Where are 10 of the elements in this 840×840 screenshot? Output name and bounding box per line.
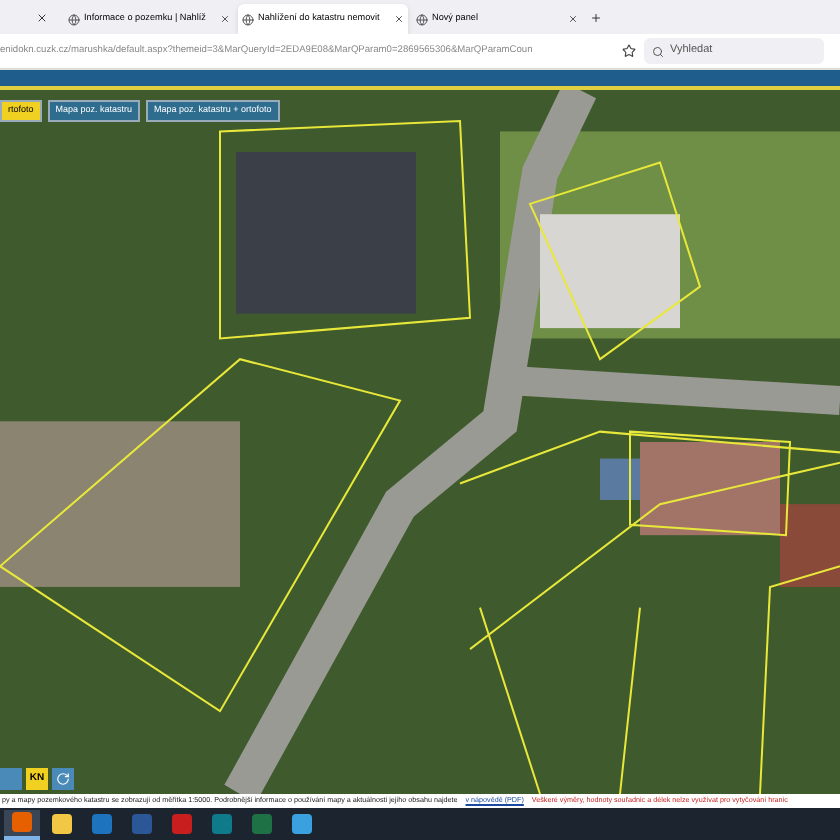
refresh-icon [56,772,70,786]
globe-icon [68,13,80,25]
bookmark-star-icon[interactable] [622,44,636,58]
globe-icon [416,13,428,25]
globe-icon [242,13,254,25]
search-icon [652,45,664,57]
close-icon[interactable] [36,12,48,24]
refresh-button[interactable] [52,768,74,790]
taskbar-app-icon[interactable] [4,809,40,839]
new-tab-icon[interactable] [590,12,602,24]
